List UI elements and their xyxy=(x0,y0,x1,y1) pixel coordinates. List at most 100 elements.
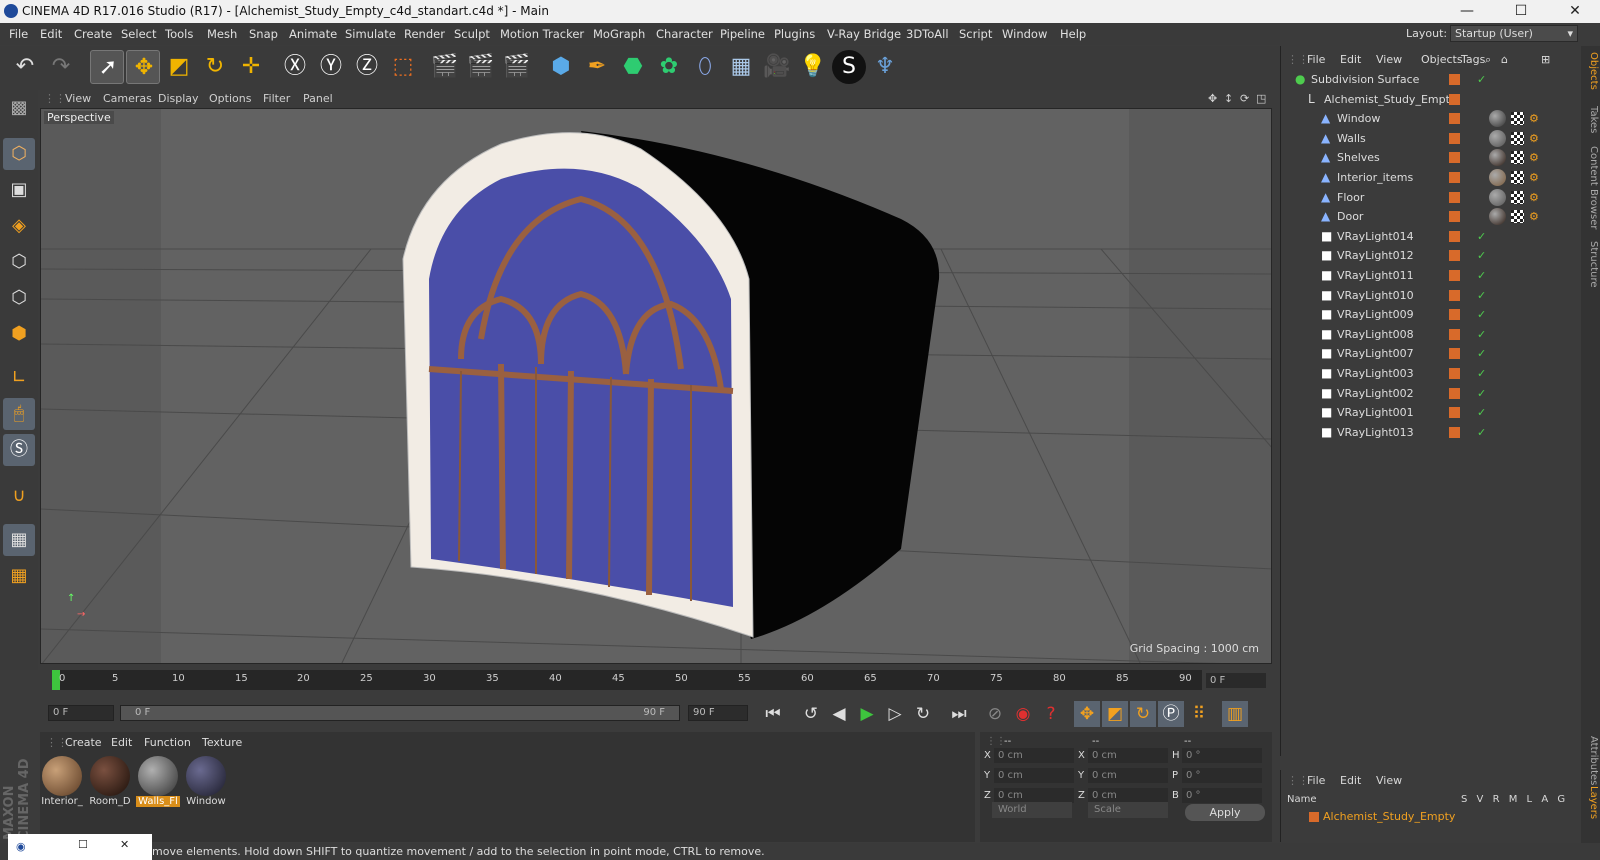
key-scale-button[interactable]: ◩ xyxy=(1102,701,1128,727)
tab-structure[interactable]: Structure xyxy=(1582,241,1599,288)
texture-tag-icon[interactable] xyxy=(1511,210,1524,224)
layer-swatch[interactable] xyxy=(1449,426,1460,438)
planar-workplane-button[interactable]: ▦ xyxy=(3,560,35,592)
polygons-mode-button[interactable]: ⬢ xyxy=(3,318,35,350)
layer-swatch[interactable] xyxy=(1449,74,1460,85)
material-menu-function[interactable]: Function xyxy=(144,736,191,749)
texture-tag-icon[interactable] xyxy=(1511,151,1524,165)
tab-takes[interactable]: Takes xyxy=(1582,106,1599,133)
menu-select[interactable]: Select xyxy=(121,27,156,41)
material-swatch[interactable]: Walls_Fl xyxy=(136,754,180,812)
enabled-check-icon[interactable]: ✓ xyxy=(1477,406,1486,419)
vray-button[interactable]: S xyxy=(832,50,866,84)
material-swatch[interactable]: Room_D xyxy=(88,754,132,812)
deformer-button[interactable]: ⬯ xyxy=(688,50,722,84)
menu-3dtoall[interactable]: 3DToAll xyxy=(906,27,949,41)
layer-color-swatch[interactable] xyxy=(1309,812,1319,822)
key-parameter-button[interactable]: Ⓟ xyxy=(1158,701,1184,727)
object-row[interactable]: ■ VRayLight007 ✓ xyxy=(1281,344,1581,364)
tab-layers[interactable]: Layers xyxy=(1582,786,1599,819)
points-mode-button[interactable]: ⬡ xyxy=(3,246,35,278)
dolly-icon[interactable]: ↕ xyxy=(1224,92,1233,105)
object-row[interactable]: ▲ Window ⚙ xyxy=(1281,109,1581,129)
close-button[interactable]: ✕ xyxy=(1552,0,1598,23)
material-swatch[interactable]: Window xyxy=(184,754,228,812)
go-to-start-button[interactable]: ⏮ xyxy=(760,701,786,727)
end-frame-field[interactable]: 90 F xyxy=(688,705,748,721)
tab-content-browser[interactable]: Content Browser xyxy=(1582,146,1599,229)
menu-help[interactable]: Help xyxy=(1060,27,1086,41)
current-frame-field[interactable]: 0 F xyxy=(1206,673,1266,688)
object-menu-view[interactable]: View xyxy=(1376,53,1402,66)
render-settings-button[interactable]: 🎬 xyxy=(500,50,534,84)
layer-swatch[interactable] xyxy=(1449,211,1460,223)
layer-menu-file[interactable]: File xyxy=(1307,774,1325,787)
cube-button[interactable]: ⬢ xyxy=(544,50,578,84)
previous-frame-button[interactable]: ◀ xyxy=(826,701,852,727)
material-menu-edit[interactable]: Edit xyxy=(111,736,132,749)
menu-file[interactable]: File xyxy=(9,27,28,41)
material-tag-icon[interactable] xyxy=(1489,208,1506,226)
layout-select[interactable]: Startup (User) ▾ xyxy=(1450,25,1578,42)
menu-pipeline[interactable]: Pipeline xyxy=(720,27,765,41)
layer-swatch[interactable] xyxy=(1449,172,1460,183)
vray-tag-icon[interactable]: ⚙ xyxy=(1529,151,1539,164)
menu-sculpt[interactable]: Sculpt xyxy=(454,27,490,41)
workplane-mode-button[interactable]: ◈ xyxy=(3,210,35,242)
texture-tag-icon[interactable] xyxy=(1511,190,1524,204)
layer-name[interactable]: Alchemist_Study_Empty xyxy=(1323,810,1455,823)
enabled-check-icon[interactable]: ✓ xyxy=(1477,308,1486,321)
rotation-h-field[interactable]: 0 ° xyxy=(1182,748,1262,763)
menu-render[interactable]: Render xyxy=(404,27,445,41)
close-icon[interactable]: ✕ xyxy=(120,838,129,851)
model-mode-button[interactable]: ⬡ xyxy=(3,138,35,170)
material-tag-icon[interactable] xyxy=(1489,149,1506,167)
viewport-menu-options[interactable]: Options xyxy=(209,92,251,105)
solo-button[interactable]: Ⓢ xyxy=(3,434,35,466)
render-picture-viewer-button[interactable]: 🎬 xyxy=(464,50,498,84)
viewport-menu-view[interactable]: View xyxy=(65,92,91,105)
object-menu-file[interactable]: File xyxy=(1307,53,1325,66)
object-row[interactable]: ▲ Walls ⚙ xyxy=(1281,129,1581,149)
enabled-check-icon[interactable]: ✓ xyxy=(1477,328,1486,341)
vray-tag-icon[interactable]: ⚙ xyxy=(1529,132,1539,145)
object-row[interactable]: ● Subdivision Surface ✓ xyxy=(1281,70,1581,90)
lock-workplane-button[interactable]: ▦ xyxy=(3,524,35,556)
x-axis-button[interactable]: Ⓧ xyxy=(278,50,312,84)
layer-swatch[interactable] xyxy=(1449,230,1460,242)
layer-swatch[interactable] xyxy=(1449,270,1460,281)
frame-range-slider[interactable]: 0 F 90 F xyxy=(120,705,680,721)
maximize-view-icon[interactable]: ◳ xyxy=(1256,92,1266,105)
object-row[interactable]: ▲ Door ⚙ xyxy=(1281,207,1581,227)
menu-window[interactable]: Window xyxy=(1002,27,1047,41)
enabled-check-icon[interactable]: ✓ xyxy=(1477,426,1486,439)
timeline[interactable]: 0 5 10 15 20 25 30 35 40 45 50 55 60 65 … xyxy=(40,670,1272,690)
menu-vray-bridge[interactable]: V-Ray Bridge xyxy=(827,27,901,41)
material-tag-icon[interactable] xyxy=(1489,188,1506,206)
z-axis-button[interactable]: Ⓩ xyxy=(350,50,384,84)
position-x-field[interactable]: 0 cm xyxy=(994,748,1074,763)
minimize-button[interactable]: — xyxy=(1444,0,1490,23)
enabled-check-icon[interactable]: ✓ xyxy=(1477,73,1486,86)
object-row[interactable]: ▲ Interior_items ⚙ xyxy=(1281,168,1581,188)
material-tag-icon[interactable] xyxy=(1489,169,1506,186)
axis-mode-button[interactable]: ∟ xyxy=(3,362,35,394)
menu-edit[interactable]: Edit xyxy=(40,27,62,41)
object-row[interactable]: ■ VRayLight013 ✓ xyxy=(1281,423,1581,443)
enabled-check-icon[interactable]: ✓ xyxy=(1477,387,1486,400)
help-keyframe-button[interactable]: ? xyxy=(1038,701,1064,727)
layer-swatch[interactable] xyxy=(1449,113,1460,125)
menu-character[interactable]: Character xyxy=(656,27,713,41)
vray-tag-icon[interactable]: ⚙ xyxy=(1529,210,1539,223)
record-disabled-icon[interactable]: ⊘ xyxy=(982,701,1008,727)
object-row[interactable]: ■ VRayLight002 ✓ xyxy=(1281,384,1581,404)
next-frame-button[interactable]: ▷ xyxy=(882,701,908,727)
move-tool-button[interactable]: ✥ xyxy=(126,50,160,84)
key-position-button[interactable]: ✥ xyxy=(1074,701,1100,727)
scale-tool-button[interactable]: ◩ xyxy=(162,50,196,84)
apply-button[interactable]: Apply xyxy=(1185,804,1265,821)
rotation-p-field[interactable]: 0 ° xyxy=(1182,768,1262,783)
object-row[interactable]: ■ VRayLight010 ✓ xyxy=(1281,286,1581,306)
app-icon[interactable]: ◉ xyxy=(16,840,26,853)
menu-mesh[interactable]: Mesh xyxy=(207,27,237,41)
